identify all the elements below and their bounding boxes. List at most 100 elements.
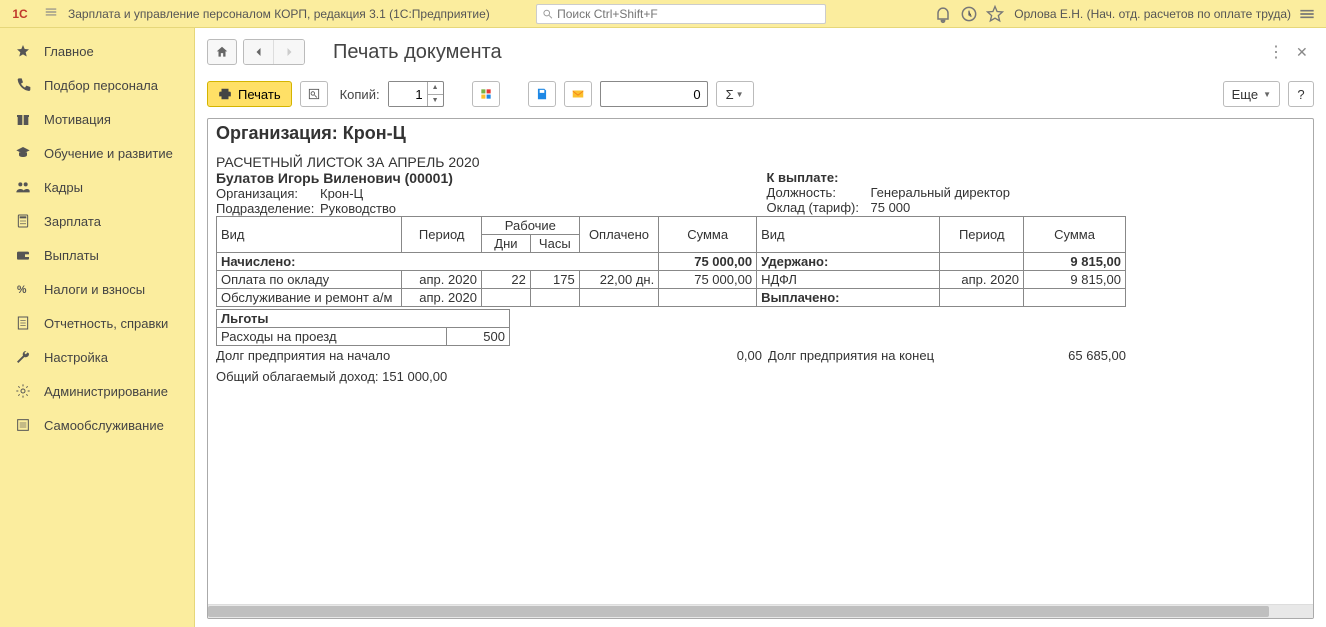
calc-icon	[14, 212, 32, 230]
employee-name: Булатов Игорь Виленович (00001)	[216, 170, 761, 186]
phone-icon	[14, 76, 32, 94]
th-period2: Период	[940, 217, 1024, 253]
th-sum: Сумма	[659, 217, 757, 253]
gear-icon	[14, 382, 32, 400]
withheld-total: 9 815,00	[1024, 253, 1126, 271]
copies-label: Копий:	[340, 87, 380, 102]
salary-value: 75 000	[871, 200, 911, 215]
bell-icon[interactable]	[933, 4, 953, 24]
more-label: Еще	[1232, 87, 1258, 102]
page-number-input[interactable]	[600, 81, 708, 107]
toolbar: Печать Копий: ▲▼ Σ▼ Еще▼ ?	[207, 76, 1314, 112]
taxable-value: 151 000,00	[382, 369, 447, 384]
more-button[interactable]: Еще ▼	[1223, 81, 1280, 107]
debt-row: Долг предприятия на начало 0,00 Долг пре…	[216, 348, 1126, 363]
help-button[interactable]: ?	[1288, 81, 1314, 107]
wrench-icon	[14, 348, 32, 366]
accrued-label: Начислено:	[217, 253, 659, 271]
th-sum2: Сумма	[1024, 217, 1126, 253]
header-row: Печать документа ⋮ ✕	[207, 36, 1314, 68]
org-value: Крон-Ц	[320, 186, 363, 201]
sidebar-item-label: Настройка	[44, 350, 108, 365]
th-paid: Оплачено	[579, 217, 658, 253]
sidebar-item-taxes[interactable]: %Налоги и взносы	[0, 272, 194, 306]
save-button[interactable]	[528, 81, 556, 107]
home-button[interactable]	[207, 39, 237, 65]
app-logo: 1C	[6, 6, 34, 22]
sidebar-item-settings[interactable]: Настройка	[0, 340, 194, 374]
sidebar-item-admin[interactable]: Администрирование	[0, 374, 194, 408]
taxable-label: Общий облагаемый доход:	[216, 369, 379, 384]
th-period: Период	[402, 217, 481, 253]
sidebar-item-motivation[interactable]: Мотивация	[0, 102, 194, 136]
th-days: Дни	[481, 235, 530, 253]
sidebar-item-reports[interactable]: Отчетность, справки	[0, 306, 194, 340]
nav-back-forward	[243, 39, 305, 65]
sum-button[interactable]: Σ▼	[716, 81, 754, 107]
debt-end-label: Долг предприятия на конец	[762, 348, 1068, 363]
template-button[interactable]	[472, 81, 500, 107]
taxable-row: Общий облагаемый доход: 151 000,00	[216, 369, 1305, 384]
org-label: Организация:	[216, 186, 320, 201]
print-button[interactable]: Печать	[207, 81, 292, 107]
app-title: Зарплата и управление персоналом КОРП, р…	[68, 7, 490, 21]
wallet-icon	[14, 246, 32, 264]
search-icon	[542, 8, 553, 20]
sidebar-item-label: Выплаты	[44, 248, 99, 263]
payout-label: К выплате:	[767, 170, 1306, 185]
global-search[interactable]	[536, 4, 826, 24]
sidebar-item-label: Мотивация	[44, 112, 111, 127]
people-icon	[14, 178, 32, 196]
payslip-header: РАСЧЕТНЫЙ ЛИСТОК ЗА АПРЕЛЬ 2020	[216, 154, 1305, 170]
sidebar-item-label: Подбор персонала	[44, 78, 158, 93]
sidebar-item-training[interactable]: Обучение и развитие	[0, 136, 194, 170]
sidebar-item-salary[interactable]: Зарплата	[0, 204, 194, 238]
sidebar-item-label: Налоги и взносы	[44, 282, 145, 297]
copies-down[interactable]: ▼	[428, 95, 443, 107]
debt-end-value: 65 685,00	[1068, 348, 1126, 363]
sidebar-item-label: Обучение и развитие	[44, 146, 173, 161]
sidebar-item-label: Администрирование	[44, 384, 168, 399]
debt-start-value: 0,00	[737, 348, 762, 363]
printer-icon	[218, 87, 232, 101]
forward-button[interactable]	[274, 40, 304, 64]
sidebar-item-main[interactable]: Главное	[0, 34, 194, 68]
window-options-icon[interactable]	[1297, 4, 1317, 24]
email-button[interactable]	[564, 81, 592, 107]
gift-icon	[14, 110, 32, 128]
list-icon	[14, 416, 32, 434]
sidebar-item-selfservice[interactable]: Самообслуживание	[0, 408, 194, 442]
topbar: 1C Зарплата и управление персоналом КОРП…	[0, 0, 1326, 28]
horizontal-scrollbar[interactable]	[208, 604, 1313, 618]
dept-label: Подразделение:	[216, 201, 320, 216]
back-button[interactable]	[244, 40, 274, 64]
chevron-down-icon: ▼	[1263, 90, 1271, 99]
withheld-label: Удержано:	[757, 253, 940, 271]
preview-button[interactable]	[300, 81, 328, 107]
graduation-icon	[14, 144, 32, 162]
sidebar-item-recruitment[interactable]: Подбор персонала	[0, 68, 194, 102]
sidebar-item-hr[interactable]: Кадры	[0, 170, 194, 204]
search-input[interactable]	[557, 7, 820, 21]
hamburger-icon[interactable]	[44, 5, 58, 22]
th-hours: Часы	[530, 235, 579, 253]
document-viewer[interactable]: Организация: Крон-Ц РАСЧЕТНЫЙ ЛИСТОК ЗА …	[207, 118, 1314, 619]
close-icon[interactable]: ✕	[1296, 44, 1314, 61]
sidebar-item-label: Зарплата	[44, 214, 101, 229]
star-icon[interactable]	[985, 4, 1005, 24]
copies-up[interactable]: ▲	[428, 82, 443, 95]
table-row: Обслуживание и ремонт а/м апр. 2020 Выпл…	[217, 289, 1126, 307]
sidebar-item-payments[interactable]: Выплаты	[0, 238, 194, 272]
th-vid2: Вид	[757, 217, 940, 253]
sigma-icon: Σ	[726, 87, 734, 102]
history-icon[interactable]	[959, 4, 979, 24]
kebab-icon[interactable]: ⋮	[1266, 42, 1286, 62]
position-label: Должность:	[767, 185, 871, 200]
table-row: Расходы на проезд 500	[217, 328, 510, 346]
current-user: Орлова Е.Н. (Нач. отд. расчетов по оплат…	[1014, 7, 1291, 21]
copies-stepper[interactable]: ▲▼	[388, 81, 444, 107]
scrollbar-thumb[interactable]	[208, 606, 1269, 617]
th-workers: Рабочие	[481, 217, 579, 235]
copies-input[interactable]	[389, 82, 427, 106]
org-title: Организация: Крон-Ц	[216, 123, 1305, 144]
